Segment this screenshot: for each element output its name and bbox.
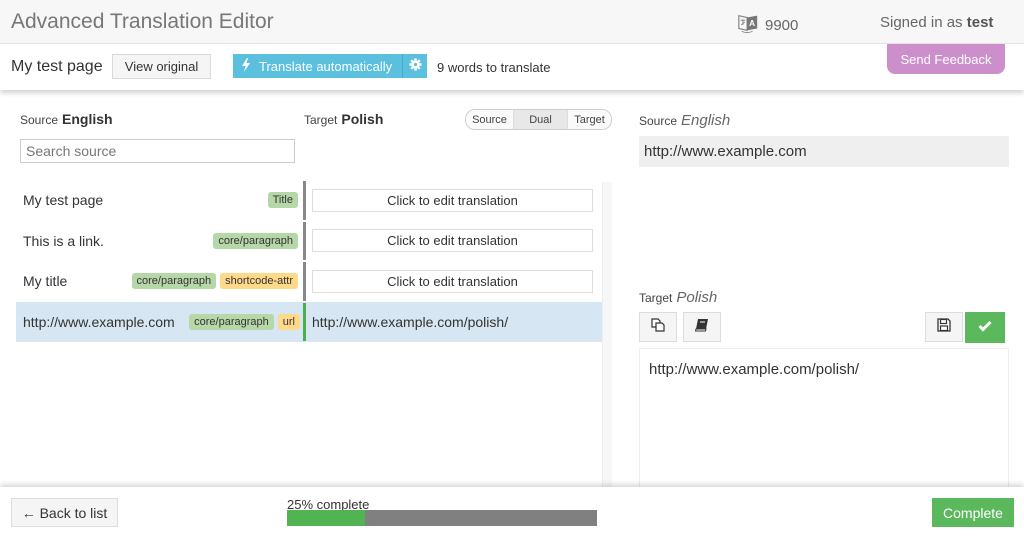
bolt-icon [241,57,251,75]
row-source: http://www.example.com core/paragraph ur… [16,302,303,343]
translate-automatically-group: Translate automatically [233,54,427,78]
progress-bar [287,510,597,526]
translate-icon: A [737,12,759,38]
editor-source-label: Source [639,114,678,128]
target-text-editor[interactable]: http://www.example.com/polish/ [639,348,1009,488]
edit-translation-button[interactable]: Click to edit translation [312,269,593,293]
target-language: Polish [341,111,384,127]
signed-in-prefix: Signed in as [880,14,967,31]
translation-editor-panel: Source English http://www.example.com Tar… [612,90,1024,488]
username: test [966,14,994,31]
row-source: My title core/paragraph shortcode-attr [16,261,303,302]
tag-badge: Title [267,192,298,209]
translate-automatically-button[interactable]: Translate automatically [233,54,403,78]
app-title: Advanced Translation Editor [11,10,274,33]
save-button[interactable] [925,312,963,342]
copy-icon [650,317,666,338]
tag-badge: core/paragraph [213,232,298,249]
words-to-translate: 9 words to translate [437,60,551,75]
source-text: http://www.example.com [23,313,175,330]
row-source: This is a link. core/paragraph [16,221,303,262]
translate-settings-button[interactable] [403,54,427,78]
row-source: My test page Title [16,180,303,221]
source-language-header: Source English [20,111,113,129]
source-language: English [62,111,113,127]
footer-bar: ← Back to list 25% complete Complete [0,487,1024,541]
tag-badge: core/paragraph [131,273,217,290]
source-text: My test page [23,192,104,209]
translated-text: http://www.example.com/polish/ [312,313,509,330]
string-row[interactable]: My title core/paragraph shortcode-attr C… [16,261,602,302]
search-source-input[interactable] [20,139,295,163]
edit-translation-button[interactable]: Click to edit translation [312,229,593,253]
string-row-selected[interactable]: http://www.example.com core/paragraph ur… [16,301,602,343]
page-name: My test page [11,58,103,75]
credits-counter: A 9900 [737,12,798,38]
target-label: Target [304,113,338,127]
view-mode-toggle: Source Dual Target [465,109,612,130]
page-toolbar: My test page View original Translate aut… [0,44,1024,90]
svg-text:A: A [749,19,755,28]
back-to-list-button[interactable]: ← Back to list [11,498,118,527]
save-icon [937,317,951,337]
source-label: Source [20,113,59,127]
edit-translation-button[interactable]: Click to edit translation [312,188,593,212]
editor-source-header: Source English [639,112,730,130]
string-list-panel: SourceEnglish TargetPolish Source Dual T… [0,90,612,487]
list-scrollbar[interactable] [602,182,612,487]
tag-badge: shortcode-attr [220,273,298,290]
editor-source-language: English [681,112,731,129]
tag-badge: url [277,313,300,330]
editor-target-language: Polish [676,289,718,306]
string-rows: My test page Title Click to edit transla… [16,180,602,342]
glossary-button[interactable] [683,312,721,342]
progress-fill [287,510,365,526]
confirm-translation-button[interactable] [965,312,1005,343]
credits-value: 9900 [765,16,799,34]
view-mode-source[interactable]: Source [466,110,514,129]
view-original-button[interactable]: View original [112,54,211,79]
signed-in-status: Signed in as test [880,14,993,31]
string-row[interactable]: My test page Title Click to edit transla… [16,180,602,221]
tag-badge: core/paragraph [189,313,274,330]
view-mode-target[interactable]: Target [568,110,611,129]
check-icon [978,319,992,337]
send-feedback-button[interactable]: Send Feedback [887,44,1005,74]
app-header: Advanced Translation Editor A 9900 Signe… [0,0,1024,44]
source-text: My title [23,273,68,290]
source-text: This is a link. [23,232,104,249]
string-row[interactable]: This is a link. core/paragraph Click to … [16,221,602,262]
view-mode-dual[interactable]: Dual [514,110,568,129]
book-icon [694,318,709,337]
editor-target-label: Target [639,291,673,305]
target-language-header: Target Polish [304,111,383,129]
complete-button[interactable]: Complete [932,498,1014,527]
editor-target-header: Target Polish [639,289,717,307]
gear-icon [408,58,422,74]
copy-source-button[interactable] [639,312,677,342]
translate-automatically-label: Translate automatically [259,58,393,74]
source-text-display: http://www.example.com [639,136,1009,167]
